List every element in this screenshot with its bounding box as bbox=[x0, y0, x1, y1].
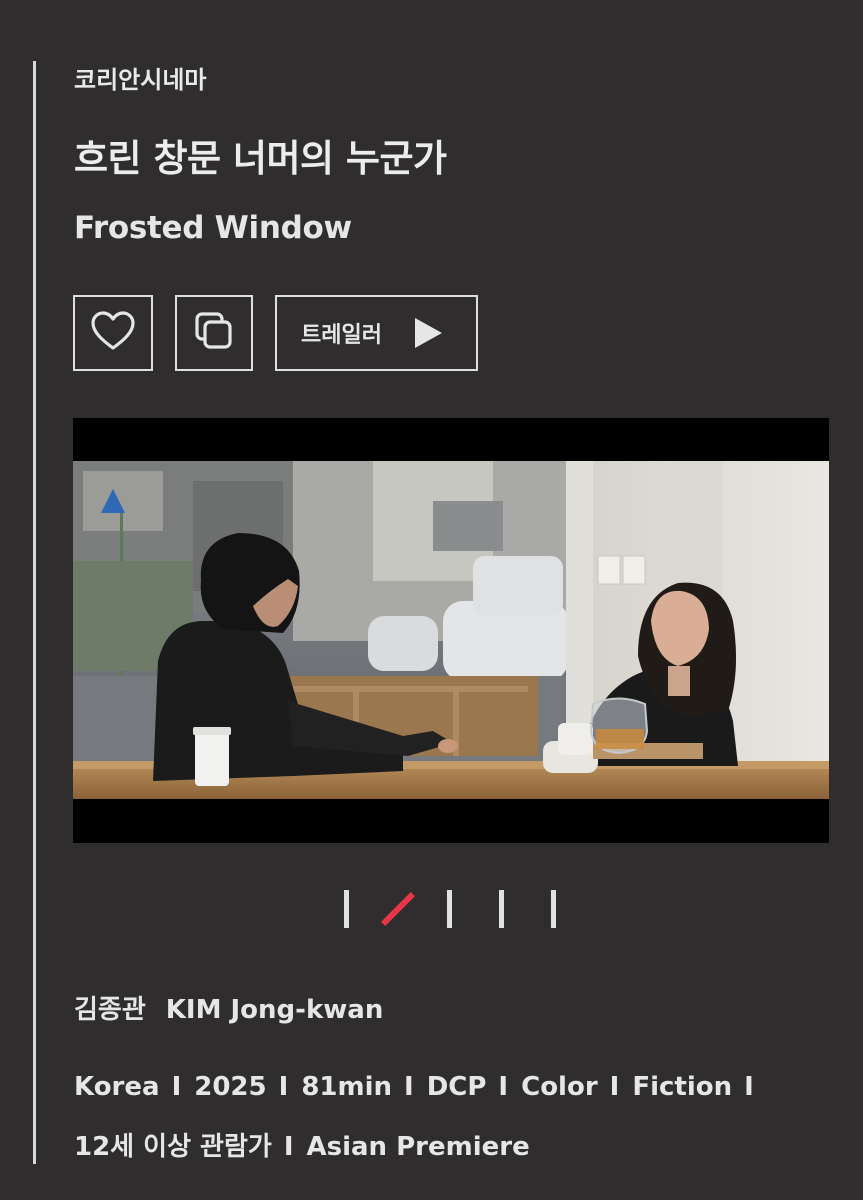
info-separator: I bbox=[278, 1072, 289, 1102]
info-separator: I bbox=[498, 1072, 509, 1102]
info-color: Color bbox=[521, 1072, 598, 1102]
info-runtime: 81min bbox=[301, 1072, 393, 1102]
trailer-button-label: 트레일러 bbox=[301, 323, 382, 348]
section-label: 코리안시네마 bbox=[74, 66, 207, 94]
gallery-dot-4[interactable] bbox=[499, 890, 504, 928]
film-title-english: Frosted Window bbox=[74, 210, 352, 246]
gallery-dot-1[interactable] bbox=[344, 890, 349, 928]
gallery-pager bbox=[0, 888, 863, 930]
info-premiere: Asian Premiere bbox=[306, 1132, 530, 1162]
director-name-korean: 김종관 bbox=[74, 995, 146, 1025]
heart-icon bbox=[90, 310, 136, 356]
info-rating: 12세 이상 관람가 bbox=[74, 1132, 272, 1162]
info-genre: Fiction bbox=[632, 1072, 733, 1102]
gallery-dot-2-active[interactable] bbox=[381, 892, 415, 926]
trailer-button[interactable]: 트레일러 bbox=[275, 295, 478, 371]
info-separator: I bbox=[171, 1072, 182, 1102]
copy-icon bbox=[193, 310, 235, 356]
info-year: 2025 bbox=[194, 1072, 267, 1102]
gallery-dot-5[interactable] bbox=[551, 890, 556, 928]
film-still-image bbox=[73, 418, 829, 843]
film-title-korean: 흐린 창문 너머의 누군가 bbox=[74, 137, 447, 180]
left-accent-rule bbox=[33, 61, 36, 1164]
play-icon bbox=[414, 318, 442, 348]
like-button[interactable] bbox=[73, 295, 153, 371]
info-separator: I bbox=[744, 1072, 754, 1102]
info-separator: I bbox=[283, 1132, 294, 1162]
info-country: Korea bbox=[74, 1072, 160, 1102]
info-separator: I bbox=[609, 1072, 620, 1102]
copy-link-button[interactable] bbox=[175, 295, 253, 371]
info-format: DCP bbox=[426, 1072, 487, 1102]
gallery-dot-3[interactable] bbox=[447, 890, 452, 928]
film-info-row-1: Korea I 2025 I 81min I DCP I Color I Fiction I bbox=[74, 1072, 767, 1102]
film-info-row-2: 12세 이상 관람가 I Asian Premiere bbox=[74, 1126, 530, 1163]
director-credit: 김종관 KIM Jong-kwan bbox=[74, 989, 383, 1026]
director-name-english: KIM Jong-kwan bbox=[165, 995, 384, 1025]
info-separator: I bbox=[404, 1072, 414, 1102]
